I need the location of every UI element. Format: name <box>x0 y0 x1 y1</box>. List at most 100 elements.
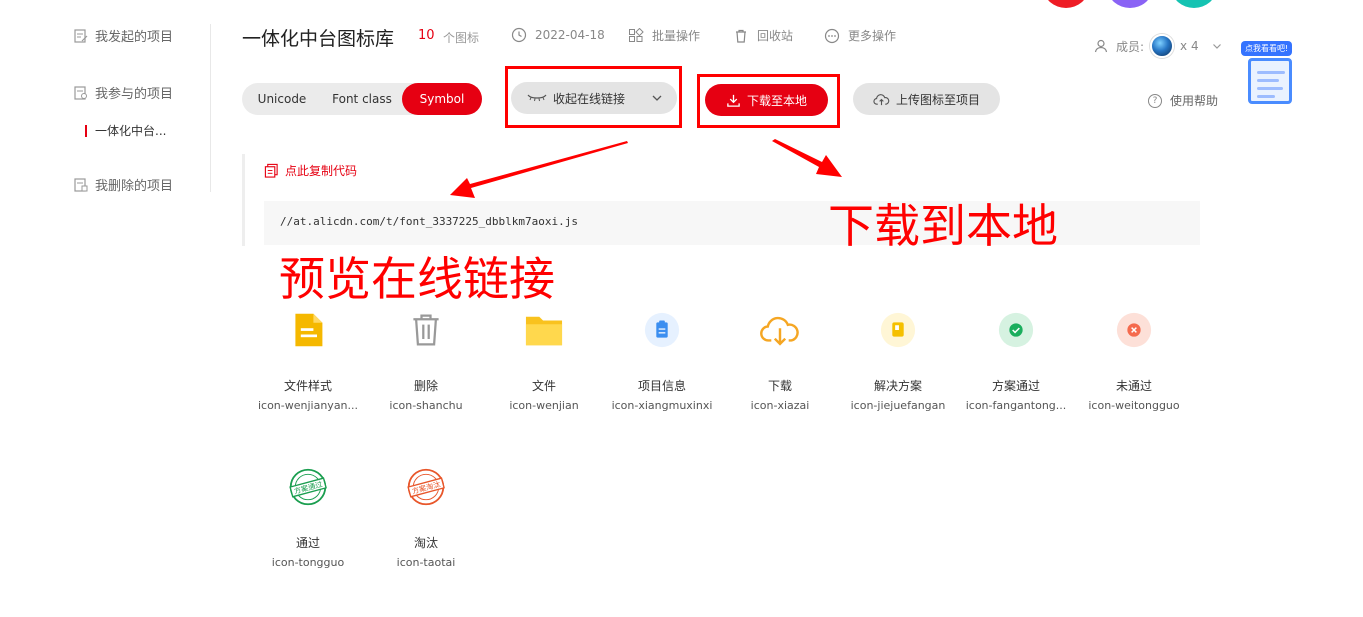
active-indicator <box>85 124 87 137</box>
question-icon: ? <box>1148 93 1162 108</box>
icon-card-wenjianyangshi[interactable]: 文件样式 icon-wenjianyan... <box>249 310 367 440</box>
clipboard-icon <box>642 310 682 350</box>
batch-label: 批量操作 <box>652 29 701 43</box>
code-format-tabs: Unicode Font class Symbol <box>242 83 482 115</box>
sidebar-item-initiated-projects[interactable]: 我发起的项目 <box>73 26 173 45</box>
highlight-collapse-box <box>505 66 682 128</box>
clock-icon <box>511 27 527 43</box>
doc-search-icon <box>74 85 87 100</box>
annotation-download: 下载到本地 <box>828 199 1058 253</box>
icon-code: icon-xiangmuxinxi <box>611 399 713 412</box>
icon-code: icon-tongguo <box>271 556 345 569</box>
help-mascot[interactable]: 点我看看吧! <box>1240 40 1300 106</box>
tab-symbol[interactable]: Symbol <box>402 83 482 115</box>
copy-code-link[interactable]: 点此复制代码 <box>264 162 357 179</box>
icon-code: icon-shanchu <box>389 399 463 412</box>
icon-name: 文件 <box>531 379 556 393</box>
decorative-blob-red <box>1044 0 1088 8</box>
icon-card-shanchu[interactable]: 删除 icon-shanchu <box>367 310 485 440</box>
sidebar: 我发起的项目 我参与的项目 一体化中台... 我删除的项目 <box>0 0 212 617</box>
icon-name: 解决方案 <box>873 379 922 393</box>
cloud-download-icon <box>760 310 800 350</box>
icon-card-jiejuefangan[interactable]: 解决方案 icon-jiejuefangan <box>839 310 957 440</box>
icon-name: 淘汰 <box>413 536 438 550</box>
decorative-blob-teal <box>1172 0 1216 8</box>
icon-name: 未通过 <box>1115 379 1152 393</box>
members-count: x 4 <box>1180 39 1199 53</box>
icon-name: 下载 <box>767 379 792 393</box>
created-date: 2022-04-18 <box>511 27 605 43</box>
sidebar-item-deleted-projects[interactable]: 我删除的项目 <box>73 175 173 194</box>
sidebar-item-label: 我发起的项目 <box>95 30 174 45</box>
document-icon <box>288 310 328 350</box>
batch-operations-button[interactable]: 批量操作 <box>628 27 700 44</box>
icon-code: icon-taotai <box>396 556 456 569</box>
avatar[interactable] <box>1150 34 1175 58</box>
online-link-code[interactable]: //at.alicdn.com/t/font_3337225_dbblkm7ao… <box>264 201 1200 245</box>
cloud-upload-icon <box>873 93 890 105</box>
solution-icon <box>878 310 918 350</box>
sidebar-item-label: 我参与的项目 <box>95 87 174 102</box>
icon-code: icon-fangantong... <box>965 399 1067 412</box>
upload-label: 上传图标至项目 <box>895 92 980 107</box>
edit-doc-icon <box>74 28 88 43</box>
icon-card-xiazai[interactable]: 下载 icon-xiazai <box>721 310 839 440</box>
sidebar-subitem-current-project[interactable]: 一体化中台... <box>85 122 166 139</box>
date-text: 2022-04-18 <box>535 28 605 42</box>
icon-name: 项目信息 <box>637 379 686 393</box>
sidebar-divider <box>210 24 211 192</box>
sidebar-subitem-label: 一体化中台... <box>95 124 167 138</box>
highlight-download-box <box>697 74 840 128</box>
icon-name: 方案通过 <box>991 379 1040 393</box>
icon-count: 10 <box>418 28 435 43</box>
approved-stamp-icon: 方案通过 <box>288 467 328 507</box>
icon-card-fangantongguo[interactable]: 方案通过 icon-fangantong... <box>957 310 1075 440</box>
more-operations-button[interactable]: 更多操作 <box>824 27 896 44</box>
icon-card-weitongguo[interactable]: 未通过 icon-weitongguo <box>1075 310 1193 440</box>
doc-delete-icon <box>74 177 88 192</box>
upload-icons-button[interactable]: 上传图标至项目 <box>853 83 1000 115</box>
batch-icon <box>629 27 644 42</box>
page-title: 一体化中台图标库 <box>242 28 395 50</box>
members-icon <box>1094 39 1108 53</box>
recycle-label: 回收站 <box>757 29 794 43</box>
icon-code: icon-xiazai <box>750 399 810 412</box>
members-dropdown[interactable]: 成员: x 4 <box>1094 34 1223 58</box>
icon-code: icon-weitongguo <box>1088 399 1180 412</box>
icon-code: icon-wenjian <box>509 399 579 412</box>
icon-name: 通过 <box>295 536 320 550</box>
copy-label: 点此复制代码 <box>285 164 358 178</box>
rejected-stamp-icon: 方案淘汰 <box>406 467 446 507</box>
icon-card-wenjian[interactable]: 文件 icon-wenjian <box>485 310 603 440</box>
recycle-bin-button[interactable]: 回收站 <box>733 27 793 44</box>
sidebar-item-label: 我删除的项目 <box>95 179 174 194</box>
icon-card-tongguo[interactable]: 方案通过 通过 icon-tongguo <box>249 467 367 597</box>
clipboard-illustration <box>1248 58 1292 104</box>
icon-code: icon-jiejuefangan <box>850 399 946 412</box>
more-label: 更多操作 <box>848 29 897 43</box>
icon-count-unit: 个图标 <box>443 31 480 45</box>
tab-unicode[interactable]: Unicode <box>242 83 322 115</box>
x-circle-icon <box>1114 310 1154 350</box>
tab-font-class[interactable]: Font class <box>322 83 402 115</box>
icon-name: 删除 <box>413 379 438 393</box>
code-url: //at.alicdn.com/t/font_3337225_dbblkm7ao… <box>280 215 579 228</box>
annotation-preview: 预览在线链接 <box>279 252 555 306</box>
folder-icon <box>524 310 564 350</box>
chevron-down-icon <box>1212 44 1221 49</box>
help-link[interactable]: ? 使用帮助 <box>1148 92 1218 109</box>
sidebar-item-joined-projects[interactable]: 我参与的项目 <box>73 83 173 102</box>
mascot-bubble: 点我看看吧! <box>1241 41 1293 56</box>
icon-card-xiangmuxinxi[interactable]: 项目信息 icon-xiangmuxinxi <box>603 310 721 440</box>
trash-icon <box>406 310 446 350</box>
more-icon <box>824 28 840 43</box>
copy-icon <box>264 163 278 178</box>
check-circle-icon <box>996 310 1036 350</box>
trash-icon <box>736 29 746 43</box>
icon-name: 文件样式 <box>283 379 332 393</box>
help-label: 使用帮助 <box>1170 94 1219 108</box>
decorative-blob-purple <box>1108 0 1152 8</box>
icon-code: icon-wenjianyan... <box>257 399 359 412</box>
icon-card-taotai[interactable]: 方案淘汰 淘汰 icon-taotai <box>367 467 485 597</box>
members-label: 成员: <box>1116 39 1145 54</box>
